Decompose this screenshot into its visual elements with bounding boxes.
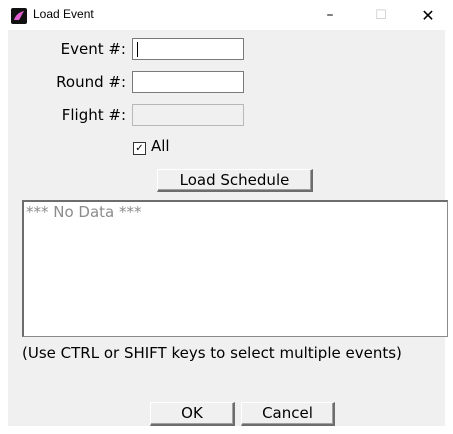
all-checkbox[interactable]: ✓ [133,142,146,155]
minimize-button[interactable]: – [307,0,353,30]
load-schedule-button[interactable]: Load Schedule [157,169,313,192]
cancel-button[interactable]: Cancel [241,402,335,426]
ok-label: OK [181,404,203,422]
app-icon [11,8,27,24]
event-listbox[interactable]: *** No Data *** [22,200,448,337]
minimize-icon: – [326,7,334,23]
event-label: Event #: [60,40,126,58]
title-bar[interactable]: Load Event – ☐ ✕ [0,0,453,30]
window-title: Load Event [33,7,94,21]
text-caret [137,42,138,57]
all-checkbox-label[interactable]: All [151,137,170,155]
multi-select-hint: (Use CTRL or SHIFT keys to select multip… [22,344,402,362]
list-item[interactable]: *** No Data *** [26,203,142,221]
flight-label: Flight #: [61,106,126,124]
checkmark-icon: ✓ [135,143,144,154]
ok-button[interactable]: OK [150,402,235,426]
round-label: Round #: [56,73,126,91]
dialog-body: Event #: Round #: Flight #: ✓ All Load S… [8,30,448,426]
flight-input [132,104,244,126]
load-schedule-label: Load Schedule [179,171,290,189]
maximize-button: ☐ [358,0,404,30]
close-icon: ✕ [421,5,435,25]
round-input[interactable] [132,71,244,93]
close-button[interactable]: ✕ [405,0,451,30]
event-input[interactable] [132,38,244,60]
cancel-label: Cancel [262,404,313,422]
maximize-icon: ☐ [375,7,387,23]
